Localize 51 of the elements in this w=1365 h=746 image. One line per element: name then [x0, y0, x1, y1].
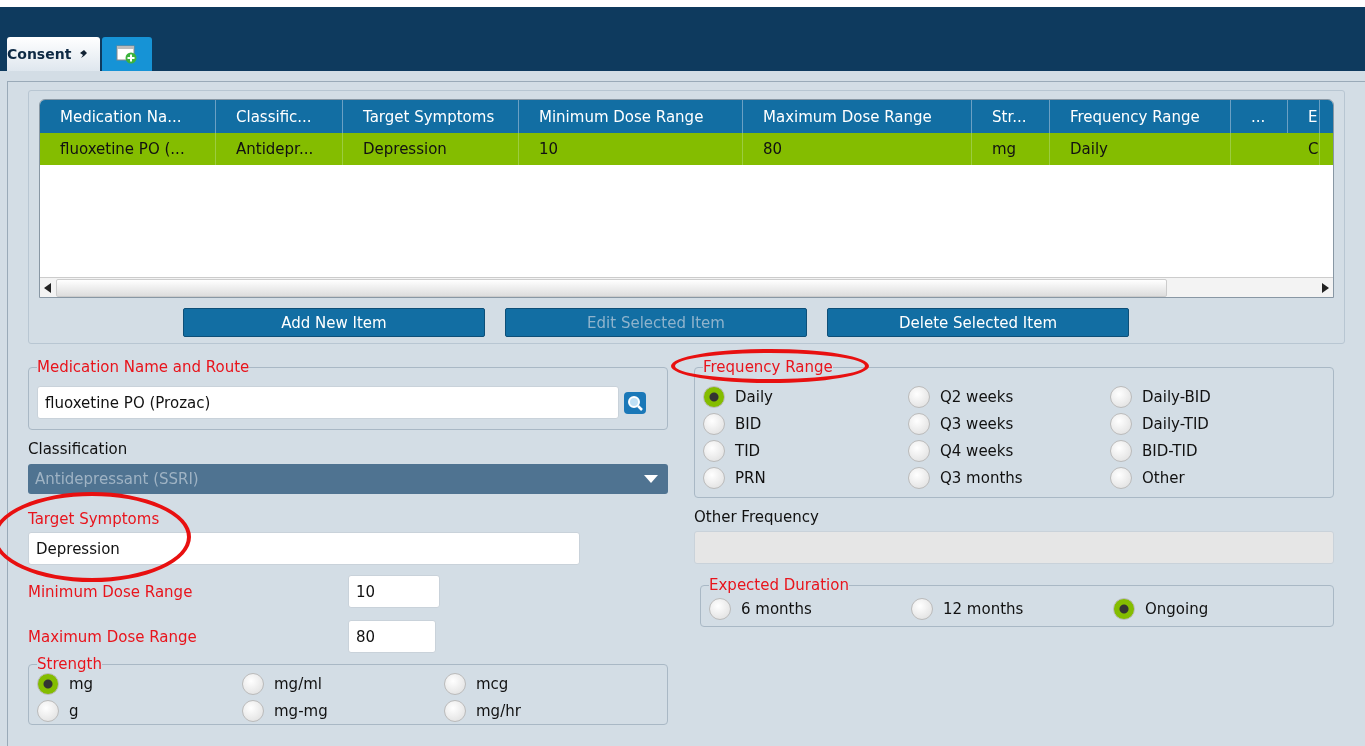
radio-option[interactable]: mg/ml [242, 673, 322, 695]
table-cell: Daily [1050, 133, 1231, 165]
maximum-dose-field[interactable]: 80 [348, 620, 436, 653]
radio-option[interactable]: TID [703, 440, 761, 462]
radio-option[interactable]: Q2 weeks [908, 386, 1014, 408]
radio-option[interactable]: mcg [444, 673, 509, 695]
dropdown-caret-icon [644, 475, 658, 483]
radio-option[interactable]: Ongoing [1113, 598, 1209, 620]
radio-option[interactable]: BID-TID [1110, 440, 1198, 462]
table-cell: Antidepr... [216, 133, 343, 165]
radio-option[interactable]: Other [1110, 467, 1185, 489]
group-title: Medication Name and Route [37, 358, 250, 376]
new-tab-button[interactable] [102, 37, 153, 71]
radio-option[interactable]: Daily-BID [1110, 386, 1211, 408]
table-row[interactable]: fluoxetine PO (... Antidepr... Depression 10 80 mg Daily C [40, 133, 1333, 165]
medication-name-field[interactable]: fluoxetine PO (Prozac) [37, 386, 619, 419]
radio-option[interactable]: PRN [703, 467, 766, 489]
radio-option[interactable]: mg-mg [242, 700, 328, 722]
add-window-icon [116, 44, 139, 64]
field-label: Other Frequency [694, 508, 820, 526]
field-label: Minimum Dose Range [28, 582, 194, 601]
minimum-dose-field[interactable]: 10 [348, 575, 440, 608]
radio-option[interactable]: Q3 months [908, 467, 1023, 489]
tab[interactable]: Consent [7, 37, 101, 71]
table-cell: Depression [343, 133, 519, 165]
radio-option[interactable]: BID [703, 413, 762, 435]
radio-option[interactable]: mg [37, 673, 94, 695]
radio-option[interactable]: Daily [703, 386, 773, 408]
field-label: Classification [28, 440, 129, 458]
table-cell: mg [972, 133, 1050, 165]
field-label: Maximum Dose Range [28, 627, 198, 646]
table-cell: C [1288, 133, 1320, 165]
radio-option[interactable]: 12 months [911, 598, 1024, 620]
radio-option[interactable]: Q3 weeks [908, 413, 1014, 435]
radio-option[interactable]: Q4 weeks [908, 440, 1014, 462]
action-button[interactable]: Add New Item [183, 308, 485, 337]
radio-option[interactable]: mg/hr [444, 700, 521, 722]
group-title: Frequency Range [703, 358, 833, 376]
target-symptoms-field[interactable]: Depression [28, 532, 580, 565]
group-title: Expected Duration [709, 576, 849, 594]
radio-option[interactable]: Daily-TID [1110, 413, 1209, 435]
radio-option[interactable]: g [37, 700, 79, 722]
search-icon[interactable] [623, 390, 647, 415]
action-button[interactable]: Delete Selected Item [827, 308, 1129, 337]
pin-icon [79, 49, 89, 59]
field-label: Target Symptoms [28, 510, 160, 528]
table-cell: 10 [519, 133, 743, 165]
table-cell: fluoxetine PO (... [40, 133, 216, 165]
group-title: Strength [37, 655, 102, 673]
radio-option[interactable]: 6 months [709, 598, 812, 620]
table-cell: 80 [743, 133, 972, 165]
